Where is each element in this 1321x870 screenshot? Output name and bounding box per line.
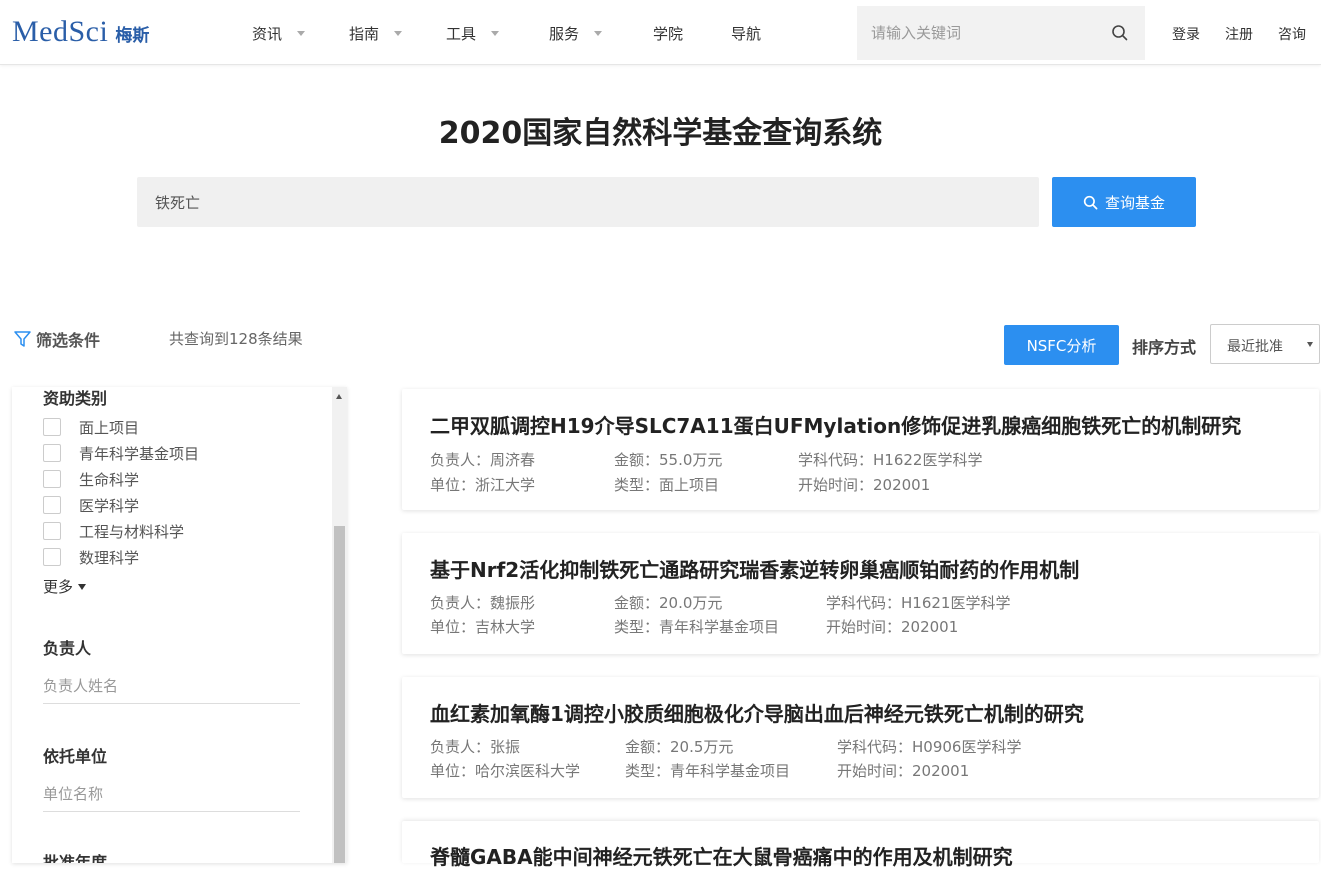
pi-name-input[interactable] [43,668,300,704]
nav-label: 资讯 [252,24,283,43]
nav-label: 工具 [446,24,477,43]
filter-option[interactable]: 数理科学 [43,547,139,567]
search-fund-button[interactable]: 查询基金 [1052,177,1196,227]
filter-option-label: 工程与材料科学 [79,522,185,541]
result-count: 共查询到128条结果 [169,330,303,348]
result-amount: 金额：55.0万元 [614,451,723,469]
filter-option-label: 青年科学基金项目 [79,444,200,463]
filter-option[interactable]: 青年科学基金项目 [43,443,199,463]
consult-link[interactable]: 咨询 [1278,24,1306,44]
logo-text-cn: 梅斯 [115,26,150,46]
register-link[interactable]: 注册 [1225,24,1253,44]
chevron-down-icon [491,31,500,36]
nav-label: 服务 [549,24,580,43]
scrollbar-thumb[interactable] [334,526,345,863]
filter-option[interactable]: 工程与材料科学 [43,521,184,541]
sort-select[interactable]: 最近批准 [1210,324,1320,364]
nav-label: 指南 [349,24,380,43]
header-search [857,6,1145,60]
result-code: 学科代码：H0906医学科学 [837,738,1022,756]
result-card[interactable]: 血红素加氧酶1调控小胶质细胞极化介导脑出血后神经元铁死亡机制的研究 负责人：张振… [402,677,1319,798]
search-icon[interactable] [1111,24,1129,42]
checkbox[interactable] [43,470,61,488]
filter-sidebar: 资助类别 面上项目 青年科学基金项目 生命科学 医学科学 工程与材料科学 数理科… [12,387,347,863]
result-start: 开始时间：202001 [826,618,959,636]
result-title[interactable]: 二甲双胍调控H19介导SLC7A11蛋白UFMylation修饰促进乳腺癌细胞铁… [430,410,1241,439]
result-start: 开始时间：202001 [837,762,970,780]
checkbox[interactable] [43,418,61,436]
nav-item-news[interactable]: 资讯 [252,22,306,44]
result-title[interactable]: 基于Nrf2活化抑制铁死亡通路研究瑞香素逆转卵巢癌顺铂耐药的作用机制 [430,554,1079,583]
nav-item-guides[interactable]: 指南 [349,22,403,44]
result-title[interactable]: 血红素加氧酶1调控小胶质细胞极化介导脑出血后神经元铁死亡机制的研究 [430,698,1084,727]
filter-heading: 筛选条件 [13,327,100,351]
sidebar-scrollbar[interactable] [332,387,347,863]
sort-label: 排序方式 [1132,338,1197,357]
result-code: 学科代码：H1621医学科学 [826,594,1011,612]
logo-text-en: MedSci [12,15,109,48]
result-pi: 负责人：周济春 [430,451,536,469]
result-card[interactable]: 脊髓GABA能中间神经元铁死亡在大鼠骨癌痛中的作用及机制研究 [402,821,1319,869]
filter-title-text: 筛选条件 [36,331,101,350]
result-start: 开始时间：202001 [798,476,931,494]
scroll-up-arrow-icon[interactable] [336,394,342,399]
more-filters-toggle[interactable]: 更多 [43,576,87,597]
filter-option-label: 面上项目 [79,418,140,437]
result-org: 单位：浙江大学 [430,476,536,494]
nav-item-academy[interactable]: 学院 [653,22,683,44]
page-title: 2020国家自然科学基金查询系统 [438,116,883,151]
fund-search-input[interactable] [137,177,1039,227]
result-type: 类型：青年科学基金项目 [625,762,791,780]
chevron-down-icon [594,31,603,36]
nsfc-analysis-button[interactable]: NSFC分析 [1004,325,1119,365]
checkbox[interactable] [43,548,61,566]
filter-option[interactable]: 医学科学 [43,495,139,515]
result-type: 类型：面上项目 [614,476,720,494]
nav-item-services[interactable]: 服务 [549,22,603,44]
search-fund-label: 查询基金 [1104,193,1165,212]
result-code: 学科代码：H1622医学科学 [798,451,983,469]
result-card[interactable]: 基于Nrf2活化抑制铁死亡通路研究瑞香素逆转卵巢癌顺铂耐药的作用机制 负责人：魏… [402,533,1319,654]
result-org: 单位：哈尔滨医科大学 [430,762,581,780]
checkbox[interactable] [43,496,61,514]
result-pi: 负责人：张振 [430,738,521,756]
result-card[interactable]: 二甲双胍调控H19介导SLC7A11蛋白UFMylation修饰促进乳腺癌细胞铁… [402,389,1319,510]
chevron-down-icon [297,31,306,36]
checkbox[interactable] [43,522,61,540]
result-amount: 金额：20.5万元 [625,738,734,756]
filter-option[interactable]: 面上项目 [43,417,139,437]
chevron-down-icon [394,31,403,36]
result-org: 单位：吉林大学 [430,618,536,636]
filter-option-label: 生命科学 [79,470,140,489]
more-label: 更多 [43,578,74,596]
result-title[interactable]: 脊髓GABA能中间神经元铁死亡在大鼠骨癌痛中的作用及机制研究 [430,841,1013,870]
checkbox[interactable] [43,444,61,462]
result-amount: 金额：20.0万元 [614,594,723,612]
result-type: 类型：青年科学基金项目 [614,618,780,636]
nav-item-navigation[interactable]: 导航 [731,22,761,44]
filter-option[interactable]: 生命科学 [43,469,139,489]
filter-icon [14,331,31,347]
search-icon [1083,195,1098,209]
caret-down-icon [1307,342,1313,347]
caret-down-icon [78,583,87,590]
header-search-input[interactable] [857,6,1097,60]
org-name-input[interactable] [43,776,300,812]
pi-heading: 负责人 [43,639,92,658]
nav-item-tools[interactable]: 工具 [446,22,500,44]
medsci-logo[interactable]: MedSci 梅斯 [12,15,149,49]
org-heading: 依托单位 [43,747,108,766]
filter-option-label: 数理科学 [79,548,140,567]
top-header: MedSci 梅斯 资讯 指南 工具 服务 学院 导航 登录 注册 咨询 [0,0,1321,65]
year-heading: 批准年度 [43,853,108,863]
filter-option-label: 医学科学 [79,496,140,515]
funding-type-heading: 资助类别 [43,389,108,408]
login-link[interactable]: 登录 [1172,24,1200,44]
sort-selected-value: 最近批准 [1227,339,1283,355]
result-pi: 负责人：魏振彤 [430,594,536,612]
nav-label: 学院 [653,24,684,43]
nav-label: 导航 [731,24,762,43]
